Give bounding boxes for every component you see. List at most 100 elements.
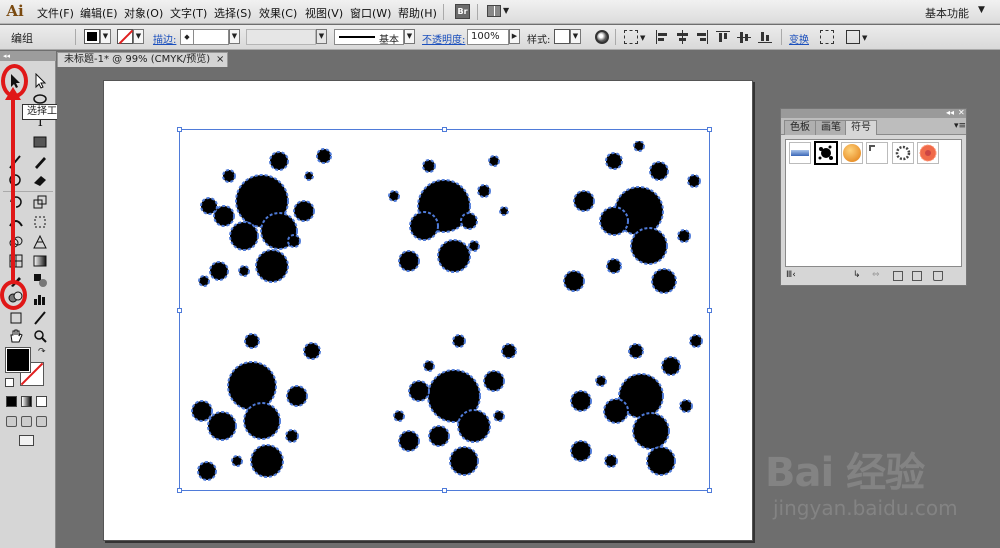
zoom-tool-icon[interactable] [32, 328, 48, 344]
opacity-dropdown[interactable]: ▶ [509, 29, 520, 44]
blend-tool-icon[interactable] [32, 272, 48, 288]
place-symbol-instance-icon[interactable]: ↳ [853, 270, 861, 280]
eraser-tool-icon[interactable] [32, 172, 48, 188]
resize-handle[interactable] [707, 488, 712, 493]
none-mode-button[interactable] [36, 396, 47, 407]
brush-dropdown[interactable]: ▼ [404, 29, 415, 44]
resize-handle[interactable] [177, 127, 182, 132]
rectangle-tool-icon[interactable] [32, 134, 48, 150]
symbol-blue-banner[interactable] [789, 142, 811, 164]
fill-color-swatch[interactable] [84, 29, 100, 44]
align-right-icon[interactable] [695, 30, 709, 44]
menu-effect[interactable]: 效果(C) [259, 5, 297, 21]
hand-tool-icon[interactable] [8, 328, 24, 344]
delete-symbol-icon[interactable] [933, 271, 943, 281]
menu-select[interactable]: 选择(S) [214, 5, 252, 21]
ink-splat-symbol[interactable] [556, 326, 706, 486]
menu-file[interactable]: 文件(F) [37, 5, 74, 21]
bridge-button[interactable]: Br [455, 4, 470, 19]
slice-tool-icon[interactable] [32, 310, 48, 326]
graphic-style-dropdown[interactable]: ▼ [570, 29, 581, 44]
variable-width-dropdown[interactable]: ▼ [316, 29, 327, 44]
symbol-ink-splat[interactable] [814, 141, 838, 165]
symbol-libraries-menu-icon[interactable]: Ⅲ‹ [786, 270, 796, 280]
menu-type[interactable]: 文字(T) [170, 5, 207, 21]
symbol-flower[interactable] [917, 142, 939, 164]
align-bottom-icon[interactable] [758, 30, 772, 44]
perspective-grid-tool-icon[interactable] [32, 234, 48, 250]
pencil-tool-icon[interactable] [32, 154, 48, 170]
scale-tool-icon[interactable] [32, 194, 48, 210]
column-graph-tool-icon[interactable] [32, 291, 48, 307]
resize-handle[interactable] [442, 488, 447, 493]
resize-handle[interactable] [177, 488, 182, 493]
ink-splat-symbol[interactable] [379, 321, 529, 481]
resize-handle[interactable] [707, 308, 712, 313]
stroke-dropdown[interactable]: ▼ [133, 29, 144, 44]
artboard-tool-icon[interactable] [8, 310, 24, 326]
chevron-down-icon[interactable]: ▼ [640, 34, 645, 42]
color-mode-button[interactable] [6, 396, 17, 407]
graphic-style-swatch[interactable] [554, 29, 570, 44]
align-left-icon[interactable] [655, 30, 669, 44]
resize-handle[interactable] [177, 308, 182, 313]
new-symbol-icon[interactable] [912, 271, 922, 281]
document-tab[interactable]: 未标题-1* @ 99% (CMYK/预览) × [57, 52, 228, 67]
opacity-input[interactable]: 100% [467, 29, 509, 45]
transform-panel-link[interactable]: 变换 [789, 31, 809, 46]
panel-title-bar[interactable]: ◂◂ ✕ [781, 108, 966, 118]
control-panel-options-icon[interactable] [846, 30, 860, 44]
align-center-v-icon[interactable] [737, 30, 751, 44]
symbol-wreath[interactable] [892, 142, 914, 164]
ink-splat-symbol[interactable] [182, 326, 332, 486]
ink-splat-symbol[interactable] [184, 131, 334, 291]
chevron-down-icon[interactable]: ▼ [862, 34, 867, 42]
screen-mode-button[interactable] [19, 435, 34, 446]
free-transform-tool-icon[interactable] [32, 214, 48, 230]
gradient-mode-button[interactable] [21, 396, 32, 407]
menu-edit[interactable]: 编辑(E) [80, 5, 118, 21]
direct-selection-tool-icon[interactable] [32, 72, 48, 89]
variable-width-profile[interactable] [246, 29, 316, 45]
workspace-switcher[interactable]: 基本功能 [925, 5, 969, 21]
resize-handle[interactable] [442, 127, 447, 132]
ink-splat-symbol[interactable] [554, 141, 704, 301]
break-link-icon[interactable]: ⇔ [872, 270, 880, 280]
menu-object[interactable]: 对象(O) [124, 5, 163, 21]
tab-swatches[interactable]: 色板 [784, 120, 816, 135]
stroke-weight-input[interactable] [193, 29, 229, 45]
collapse-panel-icon[interactable]: ◂◂ [946, 108, 954, 117]
artboard[interactable] [103, 80, 753, 541]
draw-behind-button[interactable] [21, 416, 32, 427]
menu-window[interactable]: 窗口(W) [350, 5, 391, 21]
resize-handle[interactable] [707, 127, 712, 132]
tools-panel-header[interactable]: ◂◂ [0, 51, 56, 61]
isolate-group-icon[interactable] [820, 30, 834, 44]
chevron-down-icon[interactable]: ▼ [978, 5, 985, 15]
tab-brushes[interactable]: 画笔 [815, 120, 847, 135]
fill-dropdown[interactable]: ▼ [100, 29, 111, 44]
fill-color-box[interactable] [5, 347, 31, 373]
default-colors-icon[interactable] [5, 378, 14, 387]
symbol-corner-frame[interactable] [866, 142, 888, 164]
stroke-weight-stepper[interactable]: ◆ [180, 29, 194, 45]
align-to-selection-icon[interactable] [624, 30, 638, 44]
align-center-h-icon[interactable] [675, 30, 689, 44]
panel-menu-icon[interactable]: ▾≡ [954, 121, 966, 131]
recolor-artwork-icon[interactable] [595, 30, 609, 44]
draw-normal-button[interactable] [6, 416, 17, 427]
stroke-weight-dropdown[interactable]: ▼ [229, 29, 240, 44]
close-panel-icon[interactable]: ✕ [958, 108, 965, 117]
stroke-panel-link[interactable]: 描边: [153, 31, 176, 46]
symbol-options-icon[interactable] [893, 271, 903, 281]
opacity-panel-link[interactable]: 不透明度: [422, 31, 465, 46]
menu-help[interactable]: 帮助(H) [398, 5, 437, 21]
draw-inside-button[interactable] [36, 416, 47, 427]
tab-symbols[interactable]: 符号 [845, 120, 877, 135]
align-top-icon[interactable] [716, 30, 730, 44]
gradient-tool-icon[interactable] [32, 253, 48, 269]
ink-splat-symbol[interactable] [374, 136, 524, 296]
arrange-documents-button[interactable]: ▼ [487, 4, 509, 19]
menu-view[interactable]: 视图(V) [305, 5, 343, 21]
close-icon[interactable]: × [216, 53, 224, 66]
